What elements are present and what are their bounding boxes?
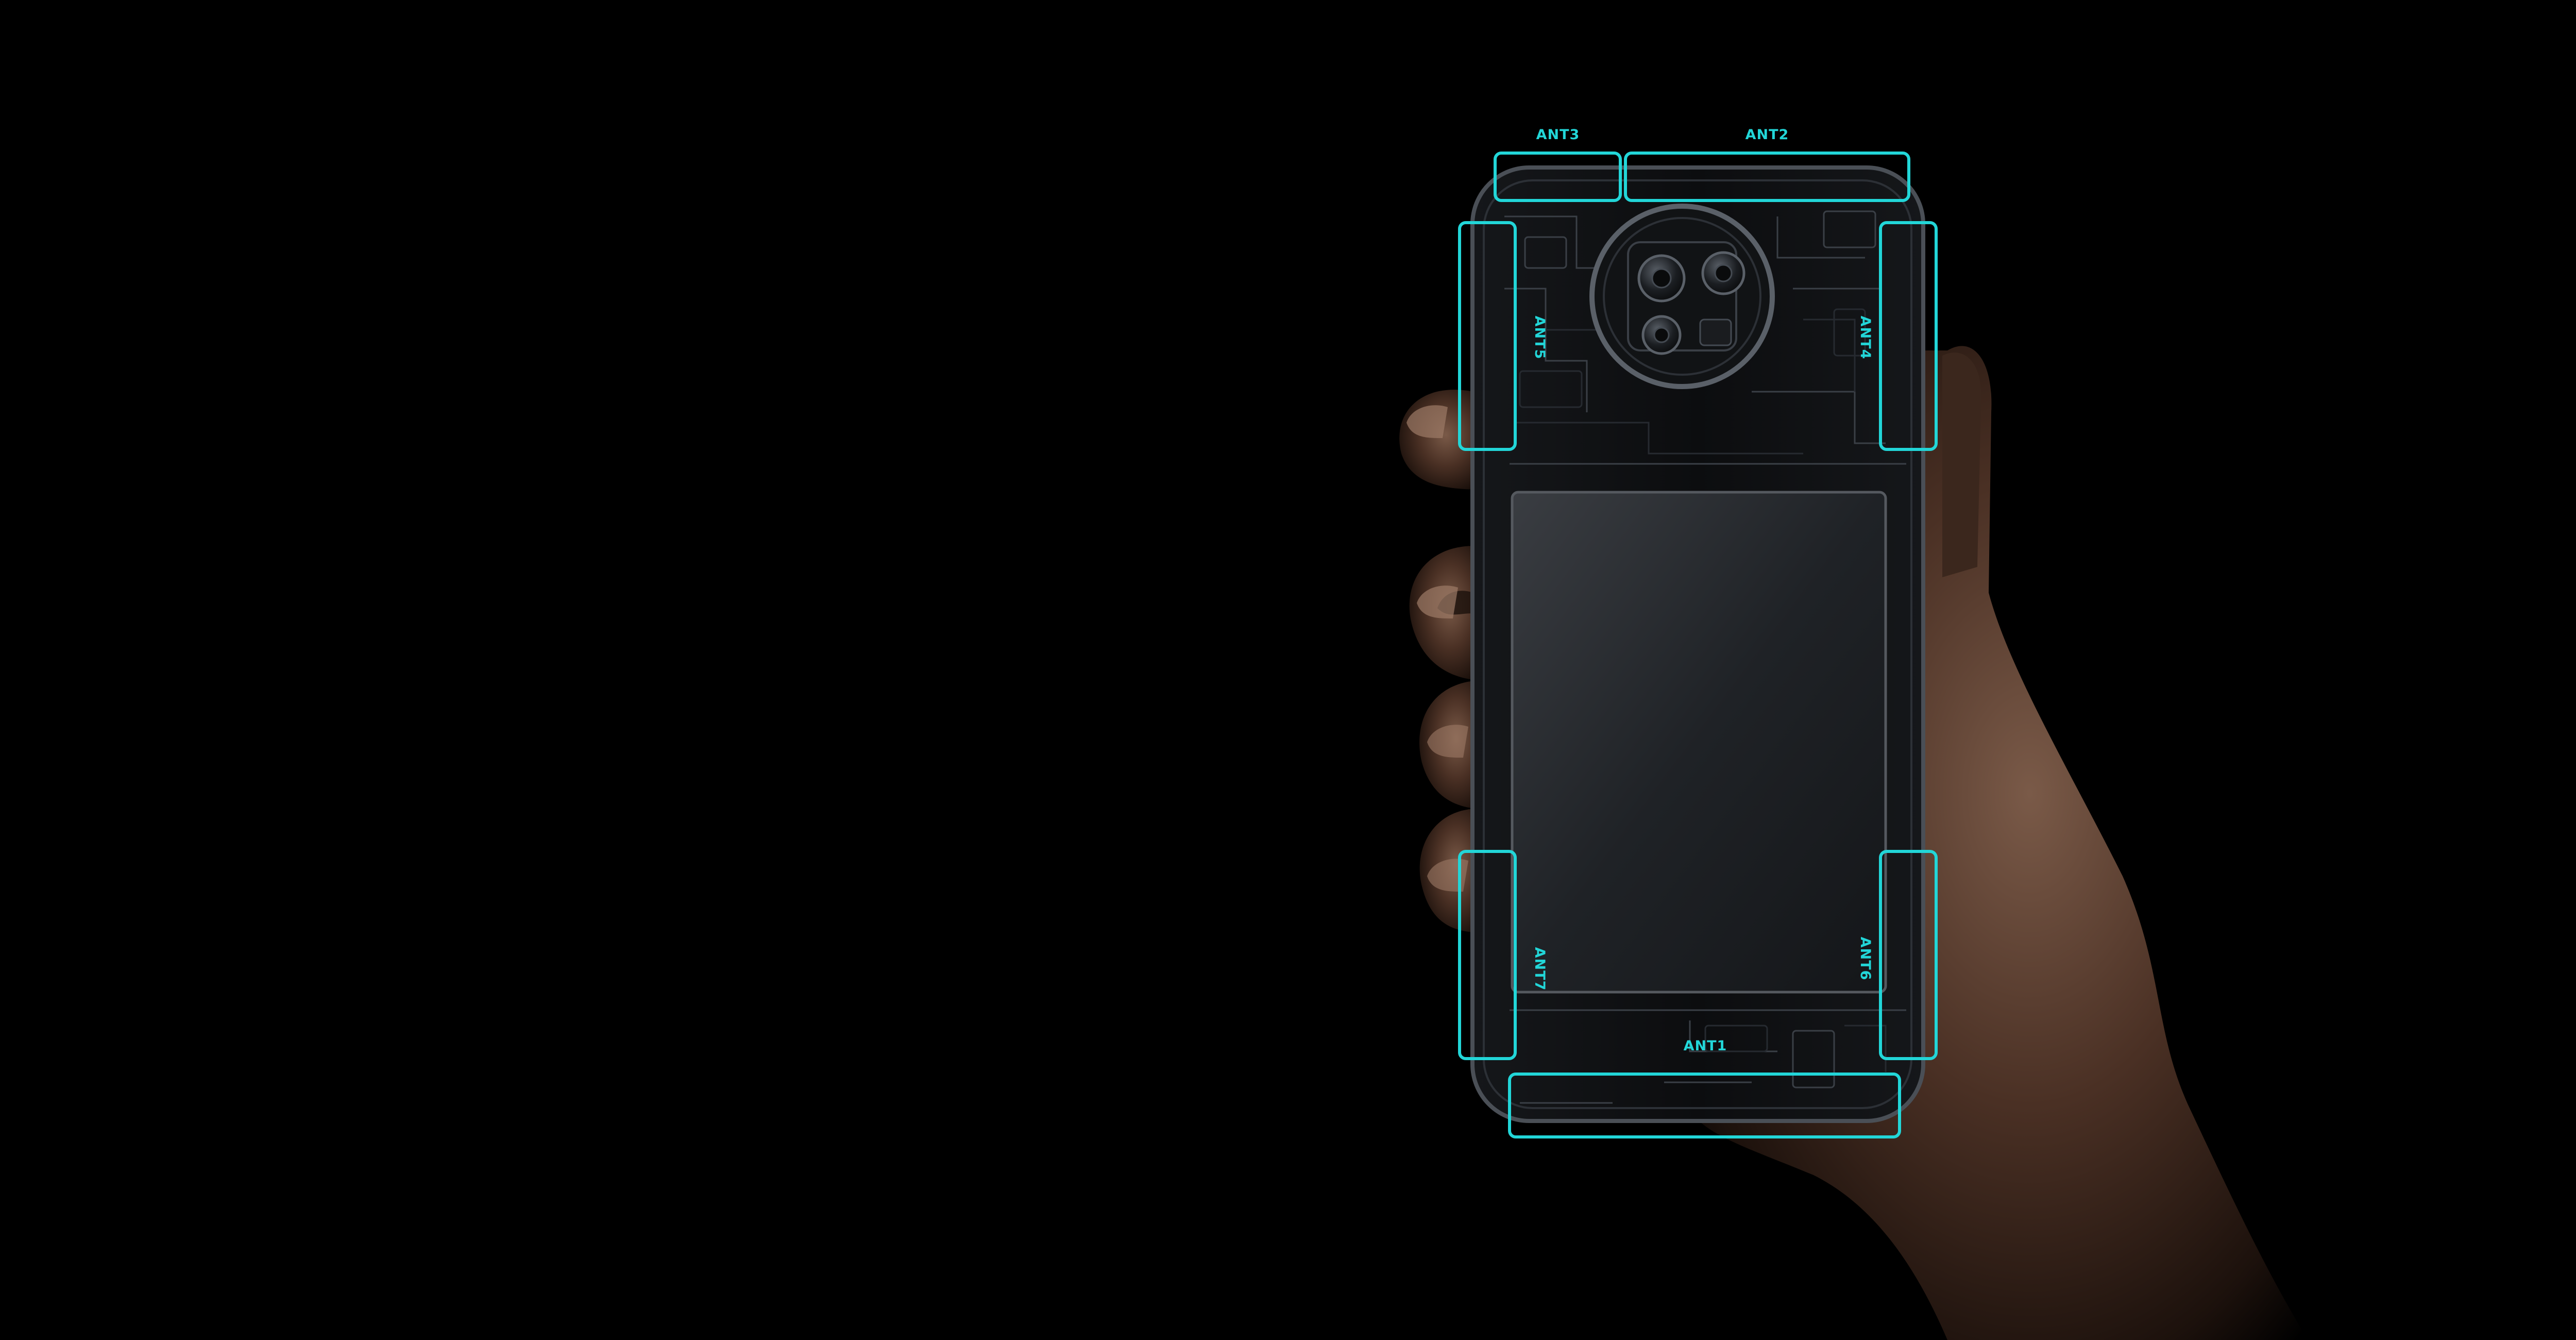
ant2-label: ANT2 [1745, 127, 1789, 143]
scene: ANT3 ANT2 ANT5 ANT4 ANT7 ANT6 ANT1 [1399, 127, 2308, 1340]
ant7-label: ANT7 [1532, 947, 1548, 991]
camera-flash [1699, 319, 1732, 346]
ant1-label: ANT1 [1684, 1038, 1727, 1054]
ant4-label: ANT4 [1857, 316, 1873, 360]
ant3-label: ANT3 [1536, 127, 1580, 143]
thumb [1942, 353, 1981, 577]
battery [1511, 491, 1887, 994]
ant6-label: ANT6 [1857, 937, 1873, 981]
camera-module [1589, 204, 1775, 389]
ant5-label: ANT5 [1532, 316, 1548, 360]
camera-ring [1589, 204, 1775, 389]
